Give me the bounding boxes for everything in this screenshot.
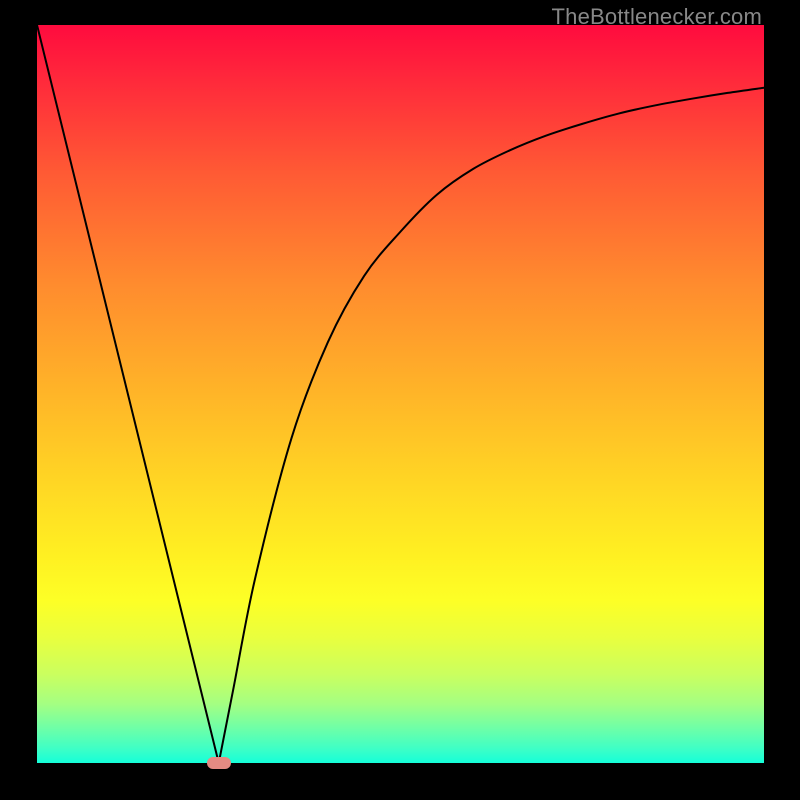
plot-area [37,25,764,763]
curve-right-branch [219,88,764,763]
optimal-point-marker [207,757,231,769]
chart-frame: TheBottlenecker.com [0,0,800,800]
bottleneck-curve [37,25,764,763]
curve-left-branch [37,25,219,763]
